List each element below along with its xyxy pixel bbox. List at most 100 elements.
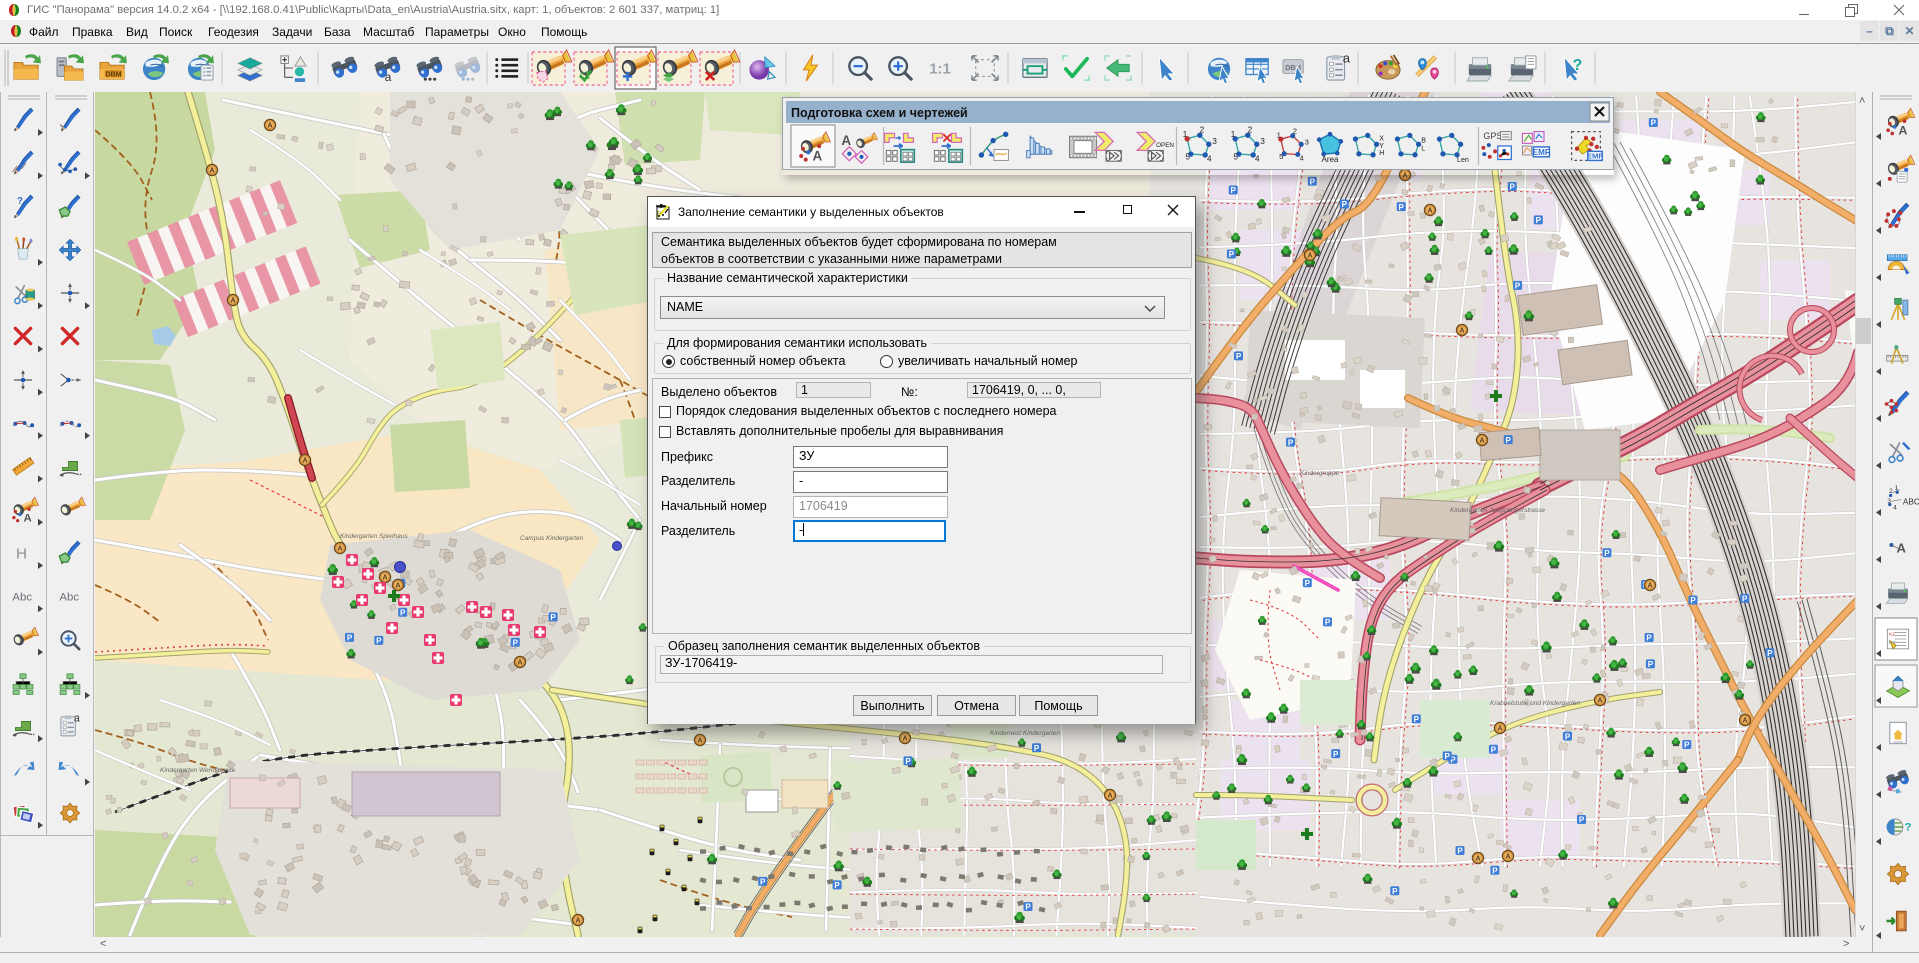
svg-text:Krabbelstube und Kindergarten: Krabbelstube und Kindergarten — [1490, 700, 1580, 707]
svg-text:2: 2 — [1248, 126, 1253, 135]
svg-text:P: P — [1565, 732, 1571, 741]
svg-text:P: P — [834, 881, 840, 890]
svg-text:A: A — [1597, 698, 1602, 705]
svg-text:A: A — [1897, 540, 1907, 555]
svg-text:A: A — [1647, 583, 1652, 590]
svg-text:4: 4 — [1255, 154, 1260, 163]
svg-text:P: P — [1646, 634, 1652, 643]
svg-text:1: 1 — [1231, 130, 1236, 139]
svg-text:a: a — [1343, 50, 1351, 65]
svg-text:P: P — [400, 608, 406, 617]
svg-text:P: P — [1392, 887, 1398, 896]
svg-text:P: P — [1536, 216, 1542, 225]
svg-text:P: P — [1579, 816, 1585, 825]
svg-text:A: A — [209, 168, 214, 175]
svg-text:P: P — [1515, 282, 1521, 291]
svg-text:GPS: GPS — [1483, 131, 1502, 141]
svg-text:EMF: EMF — [1533, 148, 1550, 157]
svg-text:P: P — [1414, 715, 1420, 724]
svg-text:OPEN: OPEN — [1156, 142, 1174, 149]
svg-text:A: A — [1898, 123, 1907, 137]
svg-text:P: P — [1510, 183, 1516, 192]
svg-text:5: 5 — [1233, 153, 1238, 162]
svg-text:P: P — [1034, 744, 1040, 753]
svg-text:A: A — [1479, 438, 1484, 445]
svg-text:A: A — [902, 736, 907, 743]
svg-text:Kindergarten Spielhaus: Kindergarten Spielhaus — [340, 533, 408, 540]
svg-text:4: 4 — [1893, 504, 1897, 511]
svg-text:A: A — [337, 546, 342, 553]
svg-text:P: P — [760, 878, 766, 887]
svg-text:P: P — [905, 757, 911, 766]
svg-text:A: A — [1307, 253, 1312, 260]
svg-text:P: P — [1445, 752, 1451, 761]
svg-text:B: B — [1421, 137, 1426, 144]
svg-text:EMF: EMF — [1587, 152, 1603, 161]
svg-text:A: A — [1427, 208, 1432, 215]
svg-text:P: P — [1684, 741, 1690, 750]
svg-text:A: A — [841, 133, 851, 148]
svg-text:P: P — [1742, 595, 1748, 604]
svg-text:P: P — [1229, 250, 1235, 259]
svg-text:P: P — [1288, 438, 1294, 447]
svg-text:P: P — [1651, 119, 1657, 128]
svg-text:A: A — [1107, 793, 1112, 800]
svg-text:A: A — [517, 660, 522, 667]
svg-text:A: A — [575, 918, 580, 925]
svg-text:2: 2 — [1293, 126, 1297, 135]
svg-text:A: A — [1475, 856, 1480, 863]
svg-text:P: P — [1492, 866, 1498, 875]
svg-text:a: a — [74, 712, 80, 724]
svg-text:Area: Area — [1321, 155, 1339, 164]
svg-text:Kindernest Kindergarten: Kindernest Kindergarten — [990, 730, 1060, 737]
svg-text:P: P — [347, 634, 353, 643]
svg-text:?: ? — [1573, 57, 1583, 74]
svg-text:A: A — [813, 149, 823, 164]
svg-text:H: H — [1379, 150, 1384, 157]
svg-text:Campus Kindergarten: Campus Kindergarten — [520, 535, 584, 542]
svg-text:2: 2 — [1200, 126, 1205, 135]
svg-text:DBM: DBM — [106, 71, 122, 78]
svg-text:P: P — [1604, 549, 1610, 558]
svg-text:P: P — [1491, 746, 1497, 755]
svg-text:P: P — [1236, 352, 1242, 361]
svg-text:P: P — [1399, 203, 1405, 212]
svg-text:A: A — [1459, 328, 1464, 335]
svg-text:a: a — [385, 70, 392, 84]
svg-text:A: A — [382, 575, 387, 582]
svg-text:P: P — [513, 638, 519, 647]
svg-text:P: P — [1342, 200, 1348, 209]
svg-text:P: P — [1025, 903, 1031, 912]
svg-text:1: 1 — [1183, 130, 1188, 139]
svg-text:P: P — [1648, 660, 1654, 669]
svg-text:ABC: ABC — [1903, 498, 1919, 507]
svg-text:Kindergarten Jungszingerstrass: Kindergarten Jungszingerstrasse — [1450, 507, 1545, 514]
svg-text:H: H — [16, 545, 27, 562]
svg-text:A: A — [302, 458, 307, 465]
svg-text:A: A — [1505, 854, 1510, 861]
svg-text:?: ? — [1905, 821, 1912, 833]
svg-text:K2: K2 — [1889, 632, 1895, 638]
svg-text:1:1: 1:1 — [929, 62, 951, 78]
svg-text:5: 5 — [1279, 152, 1283, 161]
svg-text:3: 3 — [1212, 137, 1217, 146]
svg-text:4: 4 — [1207, 154, 1212, 163]
svg-text:P: P — [1231, 186, 1237, 195]
svg-text:Y: Y — [1379, 143, 1384, 150]
svg-text:Len: Len — [1457, 157, 1469, 164]
svg-text:3: 3 — [1260, 137, 1265, 146]
svg-text:Kindergarten Wernstrasse: Kindergarten Wernstrasse — [160, 767, 236, 774]
svg-text:P: P — [1305, 579, 1311, 588]
svg-text:A: A — [1497, 726, 1502, 733]
svg-text:3: 3 — [1305, 137, 1309, 146]
svg-text:1: 1 — [1277, 131, 1281, 140]
svg-text:Kindergruppe: Kindergruppe — [1300, 470, 1339, 477]
svg-text:P: P — [1310, 178, 1316, 187]
svg-text:P: P — [1506, 436, 1512, 445]
svg-text:P: P — [1690, 596, 1696, 605]
svg-text:P: P — [376, 637, 382, 646]
svg-text:P: P — [1325, 618, 1331, 627]
svg-text:P: P — [1767, 649, 1773, 658]
svg-text:P: P — [550, 613, 556, 622]
svg-text:X: X — [1379, 136, 1384, 143]
